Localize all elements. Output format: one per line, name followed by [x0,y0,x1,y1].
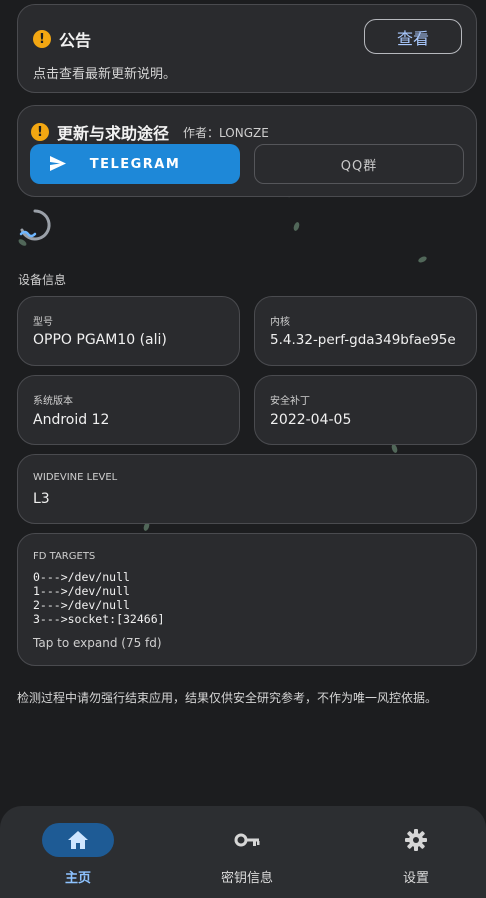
telegram-label: TELEGRAM [89,156,181,172]
leaf-decoration [417,255,428,264]
leaf-decoration [292,221,301,232]
help-title: 更新与求助途径 [57,124,170,143]
nav-home-label: 主页 [64,871,91,886]
disclaimer-notice: 检测过程中请勿强行结束应用，结果仅供安全研究参考，不作为唯一风控依据。 [17,691,438,705]
nav-settings[interactable]: 设置 [346,806,486,898]
nav-home[interactable]: 主页 [8,806,148,898]
telegram-button[interactable]: TELEGRAM [30,144,240,184]
system-version-value: Android 12 [33,412,110,428]
security-patch-label: 安全补丁 [270,396,310,407]
fd-line: 3--->socket:[32466] [33,612,165,626]
info-icon: ! [31,123,49,141]
system-version-label: 系统版本 [33,396,73,407]
announcement-title: 公告 [59,31,92,50]
send-icon [50,156,66,171]
nav-settings-label: 设置 [402,871,429,886]
fd-expand-hint[interactable]: Tap to expand (75 fd) [33,636,162,650]
fd-list: 0--->/dev/null 1--->/dev/null 2--->/dev/… [33,570,165,626]
widevine-value: L3 [33,491,50,507]
qq-group-button[interactable]: QQ群 [254,144,464,184]
nav-keys-label: 密钥信息 [220,871,273,886]
fd-line: 0--->/dev/null [33,570,130,584]
kernel-card: 内核 5.4.32-perf-gda349bfae95e [254,296,477,366]
security-patch-value: 2022-04-05 [270,412,352,428]
system-version-card: 系统版本 Android 12 [17,375,240,445]
model-card: 型号 OPPO PGAM10 (ali) [17,296,240,366]
fd-targets-card[interactable]: FD TARGETS 0--->/dev/null 1--->/dev/null… [17,533,477,666]
key-icon [234,833,260,847]
fd-targets-label: FD TARGETS [33,551,96,562]
model-label: 型号 [33,317,53,328]
kernel-value: 5.4.32-perf-gda349bfae95e [270,332,456,348]
home-icon [68,831,88,849]
kernel-label: 内核 [270,317,290,328]
loading-spinner [19,209,51,241]
nav-keys[interactable]: 密钥信息 [177,806,317,898]
announcement-card[interactable]: ! 公告 点击查看最新更新说明。 查看 [17,4,477,93]
nav-settings-indicator [380,823,452,857]
info-icon: ! [33,30,51,48]
fd-line: 1--->/dev/null [33,584,130,598]
widevine-label: WIDEVINE LEVEL [33,472,118,483]
bottom-navigation: 主页 密钥信息 设置 [0,806,486,898]
model-value: OPPO PGAM10 (ali) [33,332,167,348]
author-label: 作者：LONGZE [183,125,269,140]
gear-icon [405,829,427,851]
security-patch-card: 安全补丁 2022-04-05 [254,375,477,445]
announcement-subtitle: 点击查看最新更新说明。 [33,67,177,82]
widevine-card: WIDEVINE LEVEL L3 [17,454,477,524]
device-section-label: 设备信息 [18,273,67,287]
view-button[interactable]: 查看 [364,19,462,54]
fd-line: 2--->/dev/null [33,598,130,612]
nav-keys-indicator [211,823,283,857]
nav-home-indicator [42,823,114,857]
